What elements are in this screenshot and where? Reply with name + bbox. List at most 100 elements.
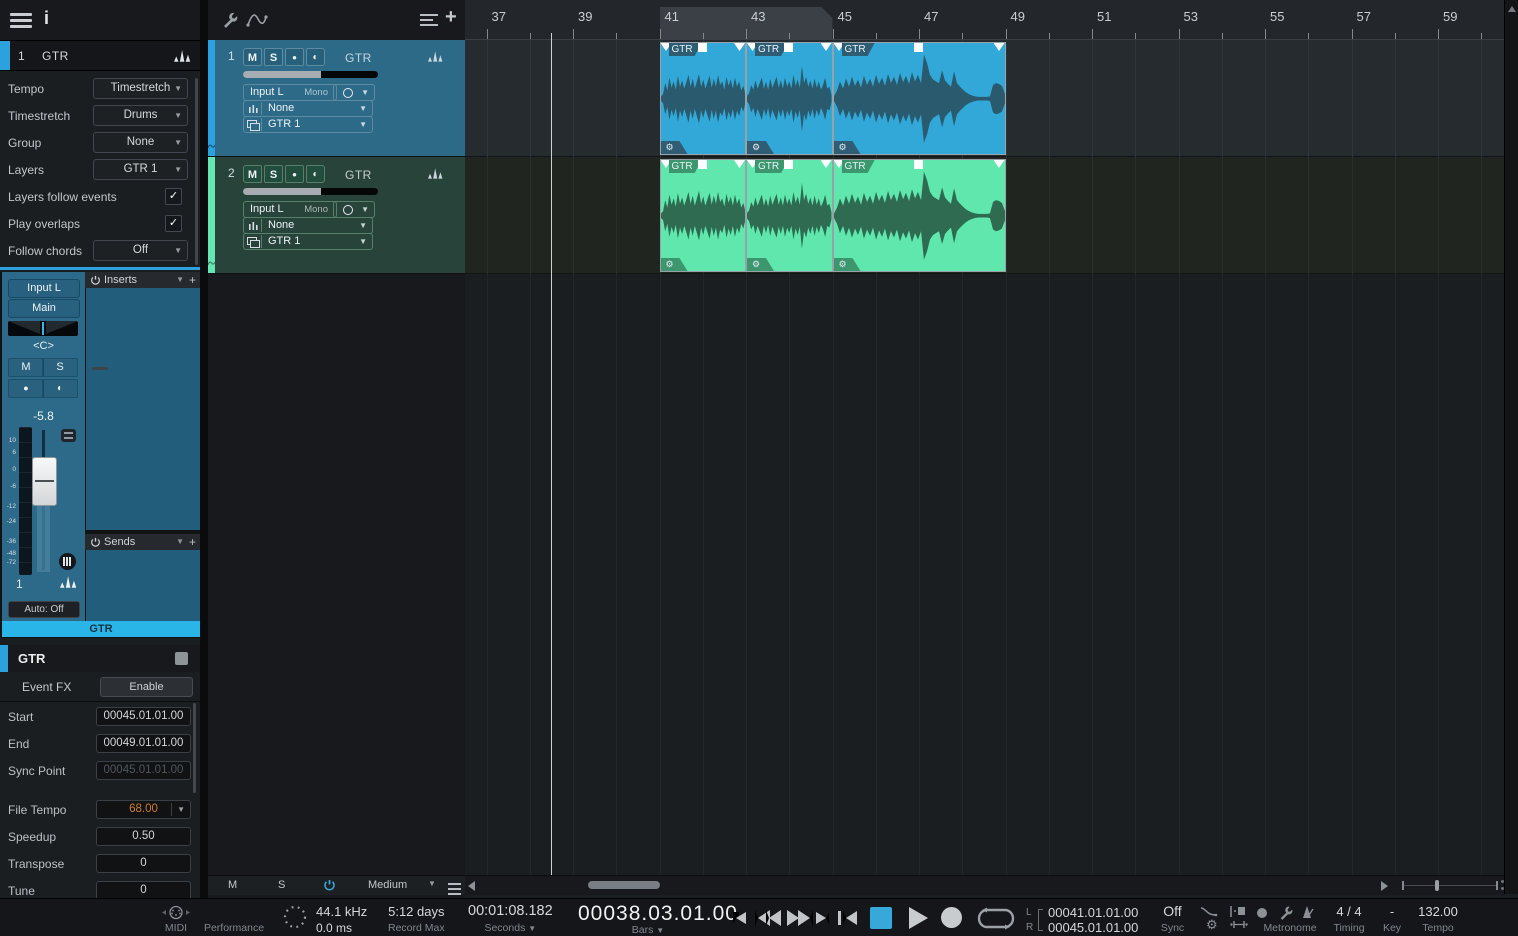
gain-handle[interactable] (914, 160, 923, 169)
vertical-scrollbar[interactable] (1504, 0, 1518, 894)
record-button[interactable] (941, 907, 962, 928)
fade-out-handle[interactable] (993, 43, 1005, 51)
main-time-unit[interactable]: Bars ▼ (578, 924, 718, 936)
track-header[interactable]: 2 M S ● ◐ GTR Input L Mono ▼ None ▼ GTR 1 ▼ (208, 157, 465, 274)
chevron-down-icon[interactable]: ▼ (174, 160, 182, 179)
sample-rate-display[interactable]: 44.1 kHz 0.0 ms (316, 904, 367, 935)
next-bar-button[interactable] (816, 912, 829, 924)
pan-control[interactable] (8, 321, 78, 336)
meter-mode-button[interactable] (59, 553, 76, 570)
inspector-info-icon[interactable]: i (44, 8, 49, 29)
record-time-display[interactable]: 5:12 days Record Max (388, 904, 445, 934)
tempo-display[interactable]: 132.00 Tempo (1412, 904, 1464, 934)
stop-button[interactable] (870, 907, 892, 929)
menu-icon[interactable] (10, 13, 32, 31)
power-icon[interactable] (90, 537, 101, 548)
wrench-icon[interactable] (1278, 905, 1293, 920)
channel-output-button[interactable]: Main (8, 299, 80, 318)
event-field-value[interactable]: 0 (96, 854, 191, 873)
monitor-button[interactable]: ◐ (306, 165, 325, 183)
track-instrument-chip[interactable]: None ▼ (243, 217, 373, 234)
audio-event[interactable]: GTR ⚙ (746, 42, 833, 155)
scroll-right-icon[interactable] (1381, 881, 1388, 891)
volume-db-value[interactable]: -5.8 (2, 409, 85, 423)
chevron-down-icon[interactable]: ▼ (174, 106, 182, 125)
main-time-display[interactable]: 00038.03.01.00 (578, 902, 737, 926)
performance-label[interactable]: Performance (203, 919, 265, 934)
automation-curve-icon[interactable] (246, 12, 268, 27)
add-send-icon[interactable]: + (189, 535, 196, 549)
gain-handle[interactable] (914, 43, 923, 52)
chevron-down-icon[interactable]: ▼ (428, 879, 436, 888)
scroll-up-icon[interactable] (1508, 6, 1516, 12)
gain-handle[interactable] (784, 160, 794, 169)
param-dropdown[interactable]: Off ▼ (93, 240, 188, 261)
channel-input-button[interactable]: Input L (8, 279, 80, 298)
track-volume-slider[interactable] (243, 188, 378, 195)
track-color-tab[interactable] (208, 157, 215, 273)
track-color-tab[interactable] (208, 40, 215, 156)
zoom-slider-handle[interactable] (1435, 880, 1439, 891)
event-checkbox[interactable] (175, 652, 188, 665)
mute-button[interactable]: M (8, 358, 44, 377)
metronome-icon[interactable] (1300, 905, 1316, 919)
loop-end-value[interactable]: 00045.01.01.00 (1048, 920, 1138, 935)
audio-event[interactable]: GTR ⚙ (746, 159, 833, 272)
record-arm-button[interactable]: ● (8, 379, 44, 398)
gear-icon[interactable]: ⚙ (1206, 917, 1218, 933)
chevron-down-icon[interactable]: ▼ (177, 801, 185, 818)
param-checkbox[interactable]: ✓ (165, 188, 182, 205)
meter-options-button[interactable] (61, 429, 76, 442)
inspector-scrollbar[interactable] (195, 78, 198, 265)
all-solo-button[interactable]: S (278, 879, 285, 891)
autopunch-icon[interactable] (1230, 920, 1248, 929)
mute-button[interactable]: M (243, 165, 262, 183)
zoom-in-cap[interactable] (1496, 881, 1498, 890)
track-size-options-icon[interactable] (448, 883, 461, 898)
inserts-list[interactable] (85, 288, 201, 530)
secondary-time-display[interactable]: 00:01:08.182 Seconds ▼ (468, 903, 553, 934)
track-layers-chip[interactable]: GTR 1 ▼ (243, 116, 373, 133)
record-arm-button[interactable]: ● (285, 165, 304, 183)
sends-header[interactable]: Sends ▼ + (85, 534, 200, 550)
param-dropdown[interactable]: None ▼ (93, 132, 188, 153)
event-field-value[interactable]: 00045.01.01.00 (96, 761, 191, 780)
event-fx-enable-button[interactable]: Enable (100, 677, 193, 697)
audio-event[interactable]: GTR ⚙ (659, 159, 746, 272)
key-display[interactable]: - Key (1376, 904, 1408, 934)
add-track-icon[interactable]: + (445, 6, 457, 29)
all-mute-button[interactable]: M (228, 879, 237, 891)
param-dropdown[interactable]: GTR 1 ▼ (93, 159, 188, 180)
fade-out-handle[interactable] (993, 160, 1005, 168)
track-input-chip[interactable]: Input L Mono (243, 84, 337, 101)
zoom-slider-track[interactable] (1404, 885, 1497, 886)
solo-button[interactable]: S (264, 48, 283, 66)
volume-fader[interactable] (32, 457, 57, 506)
channel-name-bar[interactable]: GTR (2, 621, 200, 637)
monitor-button[interactable]: ◐ (42, 379, 78, 398)
event-field-value[interactable]: 00049.01.01.00 (96, 734, 191, 753)
marker-flag-icon[interactable] (1230, 905, 1246, 918)
power-icon[interactable] (323, 879, 336, 892)
solo-button[interactable]: S (42, 358, 78, 377)
previous-bar-button[interactable] (733, 912, 746, 924)
track-volume-slider[interactable] (243, 71, 378, 78)
chevron-down-icon[interactable]: ▼ (176, 537, 184, 546)
solo-button[interactable]: S (264, 165, 283, 183)
gain-handle[interactable] (784, 43, 794, 52)
gain-handle[interactable] (697, 43, 707, 52)
track-size-dropdown[interactable]: Medium (368, 879, 407, 891)
scroll-left-icon[interactable] (468, 881, 475, 891)
track-header[interactable]: 1 M S ● ◐ GTR Input L Mono ▼ None ▼ GTR 1 ▼ (208, 40, 465, 157)
audio-event[interactable]: GTR ⚙ (832, 42, 1006, 155)
input-monitor-chip[interactable]: ▼ (333, 201, 375, 218)
zoom-out-cap[interactable] (1402, 881, 1404, 890)
param-checkbox[interactable]: ✓ (165, 215, 182, 232)
chevron-down-icon[interactable]: ▼ (174, 133, 182, 152)
sends-list[interactable] (85, 550, 201, 621)
chevron-down-icon[interactable]: ▼ (174, 241, 182, 260)
add-insert-icon[interactable]: + (189, 273, 196, 287)
loop-button[interactable] (977, 907, 1015, 930)
sync-display[interactable]: Off Sync (1150, 903, 1195, 934)
timing-display[interactable]: 4 / 4 Timing (1328, 904, 1370, 934)
